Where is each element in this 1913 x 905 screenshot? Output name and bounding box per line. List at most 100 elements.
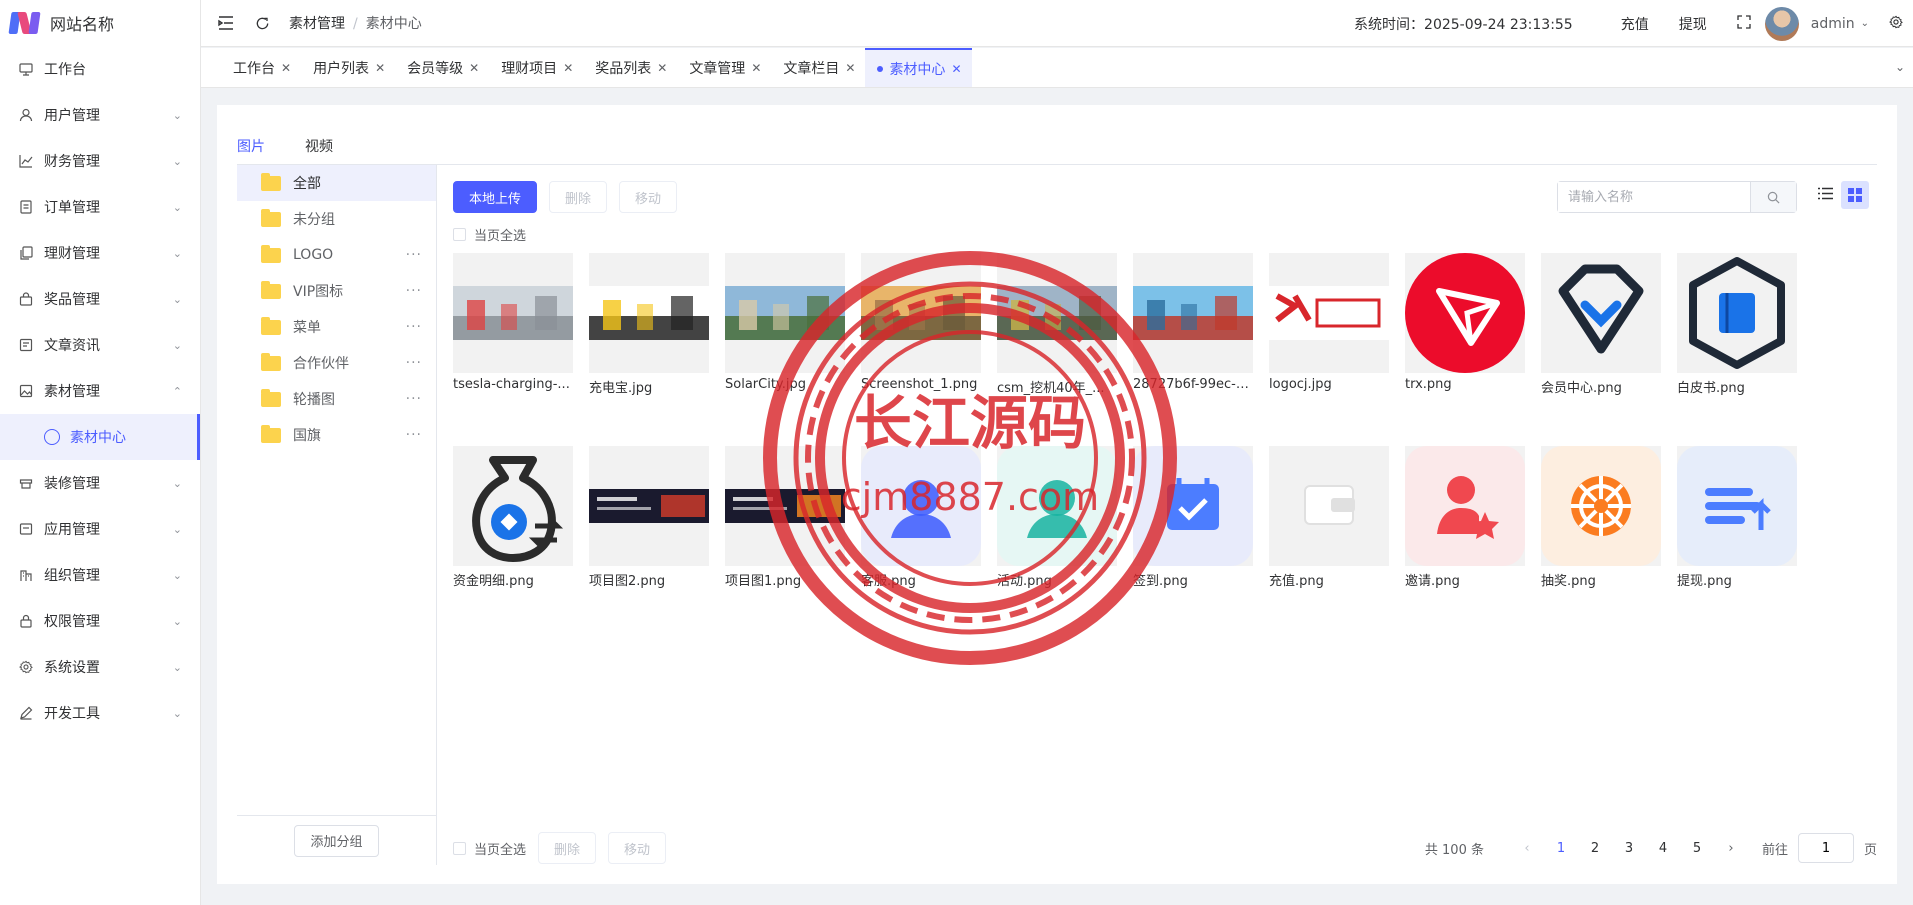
file-thumbnail[interactable] (1405, 446, 1525, 566)
file-thumbnail[interactable] (1541, 253, 1661, 373)
file-thumbnail[interactable] (861, 446, 981, 566)
file-thumbnail[interactable] (589, 253, 709, 373)
checkbox[interactable] (453, 841, 466, 855)
close-icon[interactable]: ✕ (751, 61, 761, 75)
file-tile[interactable]: 抽奖.png (1541, 446, 1661, 589)
sidebar-item-8[interactable]: 装修管理 ⌄ (0, 460, 200, 506)
more-icon[interactable]: ··· (406, 319, 422, 335)
more-icon[interactable]: ··· (406, 283, 422, 299)
file-tile[interactable]: 签到.png (1133, 446, 1253, 589)
file-thumbnail[interactable] (1541, 446, 1661, 566)
chevron-down-icon[interactable]: ⌄ (1861, 18, 1869, 29)
sidebar-item-3[interactable]: 订单管理 ⌄ (0, 184, 200, 230)
file-tile[interactable]: Screenshot_1.png (861, 253, 981, 396)
close-icon[interactable]: ✕ (375, 61, 385, 75)
group-item[interactable]: 菜单 ··· (237, 309, 436, 345)
file-tile[interactable]: 客服.png (861, 446, 981, 589)
close-icon[interactable]: ✕ (281, 61, 291, 75)
group-item[interactable]: 国旗 ··· (237, 417, 436, 453)
upload-button[interactable]: 本地上传 (453, 181, 538, 213)
more-icon[interactable]: ··· (406, 355, 422, 371)
file-thumbnail[interactable] (1269, 446, 1389, 566)
select-page-checkbox[interactable]: 当页全选 (453, 225, 526, 244)
close-icon[interactable]: ✕ (563, 61, 573, 75)
next-page-icon[interactable]: › (1714, 841, 1748, 856)
file-tile[interactable]: 28727b6f-99ec-4... (1133, 253, 1253, 396)
delete-button[interactable]: 删除 (549, 181, 608, 213)
refresh-icon[interactable] (253, 14, 271, 32)
breadcrumb-item[interactable]: 素材管理 (289, 16, 345, 32)
page-tab[interactable]: 会员等级 ✕ (395, 48, 489, 87)
sidebar-item-11[interactable]: 权限管理 ⌄ (0, 598, 200, 644)
checkbox[interactable] (453, 228, 466, 241)
move-button-bottom[interactable]: 移动 (608, 832, 667, 864)
file-tile[interactable]: 提现.png (1677, 446, 1797, 589)
file-tile[interactable]: csm_挖机40年_... (997, 253, 1117, 396)
file-thumbnail[interactable] (861, 253, 981, 373)
list-view-icon[interactable] (1818, 186, 1833, 204)
sidebar-item-4[interactable]: 理财管理 ⌄ (0, 230, 200, 276)
file-thumbnail[interactable] (1269, 253, 1389, 373)
sidebar-item-6[interactable]: 文章资讯 ⌄ (0, 322, 200, 368)
withdraw-link[interactable]: 提现 (1679, 14, 1707, 34)
file-thumbnail[interactable] (1677, 253, 1797, 373)
sidebar-item-7[interactable]: 素材管理 ⌃ (0, 368, 200, 414)
page-tab[interactable]: 理财项目 ✕ (489, 48, 583, 87)
goto-page-input[interactable] (1797, 833, 1854, 863)
file-thumbnail[interactable] (1133, 446, 1253, 566)
sidebar-item-10[interactable]: 组织管理 ⌄ (0, 552, 200, 598)
group-item[interactable]: 合作伙伴 ··· (237, 345, 436, 381)
more-icon[interactable]: ··· (406, 247, 422, 263)
file-thumbnail[interactable] (1405, 253, 1525, 373)
sidebar-item-1[interactable]: 用户管理 ⌄ (0, 92, 200, 138)
page-number[interactable]: 3 (1612, 841, 1646, 856)
settings-gear-icon[interactable] (1889, 15, 1903, 33)
tab-videos[interactable]: 视频 (305, 136, 333, 156)
grid-view-icon[interactable] (1841, 181, 1869, 209)
more-icon[interactable]: ··· (406, 391, 422, 407)
collapse-menu-icon[interactable] (217, 14, 235, 32)
sidebar-subitem-active[interactable]: 素材中心 (0, 414, 200, 460)
file-tile[interactable]: 项目图2.png (589, 446, 709, 589)
file-tile[interactable]: 会员中心.png (1541, 253, 1661, 396)
file-thumbnail[interactable] (1133, 253, 1253, 373)
page-number[interactable]: 1 (1544, 841, 1578, 856)
tabs-more-icon[interactable]: ⌄ (1895, 60, 1905, 74)
sidebar-item-5[interactable]: 奖品管理 ⌄ (0, 276, 200, 322)
sidebar-item-2[interactable]: 财务管理 ⌄ (0, 138, 200, 184)
file-tile[interactable]: 充电宝.jpg (589, 253, 709, 396)
user-name[interactable]: admin (1811, 16, 1855, 32)
page-tab[interactable]: 奖品列表 ✕ (583, 48, 677, 87)
file-tile[interactable]: trx.png (1405, 253, 1525, 396)
brand[interactable]: 网站名称 (0, 0, 200, 46)
file-thumbnail[interactable] (1677, 446, 1797, 566)
group-item[interactable]: LOGO ··· (237, 237, 436, 273)
file-thumbnail[interactable] (997, 253, 1117, 373)
close-icon[interactable]: ✕ (469, 61, 479, 75)
search-input[interactable] (1558, 182, 1750, 212)
close-icon[interactable]: ✕ (657, 61, 667, 75)
file-tile[interactable]: 白皮书.png (1677, 253, 1797, 396)
page-tab[interactable]: 素材中心 ✕ (865, 48, 972, 87)
file-tile[interactable]: 项目图1.png (725, 446, 845, 589)
page-number[interactable]: 4 (1646, 841, 1680, 856)
page-number[interactable]: 5 (1680, 841, 1714, 856)
select-page-checkbox-bottom[interactable]: 当页全选 (453, 839, 526, 858)
sidebar-item-9[interactable]: 应用管理 ⌄ (0, 506, 200, 552)
group-item[interactable]: 全部 (237, 165, 436, 201)
file-tile[interactable]: SolarCity.jpg (725, 253, 845, 396)
file-tile[interactable]: 充值.png (1269, 446, 1389, 589)
page-tab[interactable]: 文章栏目 ✕ (771, 48, 865, 87)
file-tile[interactable]: tsesla-charging-... (453, 253, 573, 396)
prev-page-icon[interactable]: ‹ (1510, 841, 1544, 856)
fullscreen-icon[interactable] (1737, 14, 1751, 33)
move-button[interactable]: 移动 (619, 181, 678, 213)
group-item[interactable]: 未分组 (237, 201, 436, 237)
more-icon[interactable]: ··· (406, 427, 422, 443)
sidebar-item-12[interactable]: 系统设置 ⌄ (0, 644, 200, 690)
delete-button-bottom[interactable]: 删除 (538, 832, 597, 864)
file-thumbnail[interactable] (725, 253, 845, 373)
file-thumbnail[interactable] (589, 446, 709, 566)
group-item[interactable]: 轮播图 ··· (237, 381, 436, 417)
close-icon[interactable]: ✕ (845, 61, 855, 75)
